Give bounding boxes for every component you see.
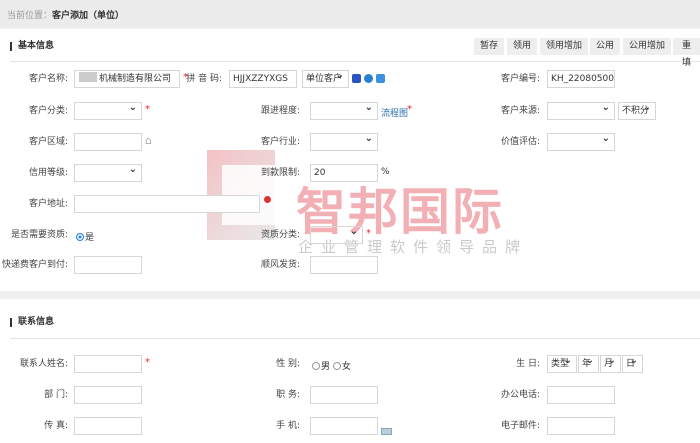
- customer-source-label: 客户来源:: [500, 106, 540, 116]
- customer-address-input[interactable]: [74, 195, 260, 213]
- sf-shipping-input[interactable]: [310, 256, 378, 274]
- claim-add-button[interactable]: 领用增加: [540, 38, 589, 55]
- required-mark: *: [145, 104, 150, 115]
- radio-label: 是: [85, 233, 95, 243]
- department-input[interactable]: [74, 386, 142, 404]
- region-picker-icon[interactable]: ⌂: [145, 134, 152, 147]
- position-input[interactable]: [310, 386, 378, 404]
- birthday-label: 生 日:: [516, 359, 540, 369]
- birthday-day-select[interactable]: 日: [622, 355, 643, 373]
- fax-input[interactable]: [74, 417, 142, 435]
- customer-code-label: 客户编号:: [500, 74, 540, 84]
- gender-label: 性 别:: [276, 359, 300, 369]
- follow-progress-select[interactable]: [310, 102, 378, 120]
- office-phone-label: 办公电话:: [500, 390, 540, 400]
- payment-limit-label: 到款限制:: [260, 168, 300, 178]
- pinyin-label: 拼 音 码:: [186, 74, 222, 84]
- male-label: 男: [321, 362, 331, 372]
- office-phone-input[interactable]: [547, 386, 615, 404]
- reset-button[interactable]: 重填: [673, 38, 700, 68]
- claim-button[interactable]: 领用: [507, 38, 538, 55]
- customer-region-input[interactable]: [74, 133, 142, 151]
- mobile-label: 手 机:: [276, 421, 300, 431]
- fax-label: 传 真:: [44, 421, 68, 431]
- express-fee-input[interactable]: [74, 256, 142, 274]
- female-label: 女: [341, 362, 351, 372]
- customer-category-label: 客户分类:: [28, 106, 68, 116]
- breadcrumb: 当前位置：客户添加（单位）: [7, 8, 124, 21]
- required-mark: *: [407, 104, 412, 115]
- payment-limit-input[interactable]: 20: [310, 164, 378, 182]
- credit-level-select[interactable]: [74, 164, 142, 182]
- qualification-type-label: 资质分类:: [260, 230, 300, 240]
- divider: [10, 61, 700, 62]
- position-label: 职 务:: [276, 390, 300, 400]
- sms-icon[interactable]: [381, 428, 392, 435]
- customer-code-input[interactable]: KH_22080500001: [547, 70, 615, 88]
- public-add-button[interactable]: 公用增加: [623, 38, 672, 55]
- mobile-input[interactable]: [310, 417, 378, 435]
- divider: [10, 338, 700, 339]
- public-button[interactable]: 公用: [590, 38, 621, 55]
- contact-name-label: 联系人姓名:: [19, 359, 68, 369]
- birthday-month-select[interactable]: 月: [600, 355, 621, 373]
- radio-checked[interactable]: [76, 233, 84, 241]
- birthday-year-select[interactable]: 年: [578, 355, 599, 373]
- customer-industry-select[interactable]: [310, 133, 378, 151]
- search-web-icon[interactable]: [364, 74, 373, 83]
- customer-type-select[interactable]: 单位客户: [302, 70, 349, 88]
- gender-radio-group: 男 女: [312, 359, 351, 372]
- credit-level-label: 信用等级:: [28, 168, 68, 178]
- breadcrumb-prefix: 当前位置：: [7, 11, 53, 21]
- sf-shipping-label: 顺风发货:: [260, 260, 300, 270]
- female-radio[interactable]: [332, 362, 341, 370]
- pinyin-input[interactable]: HJJXZZYXGS: [229, 70, 297, 88]
- required-mark: *: [366, 228, 371, 239]
- email-label: 电子邮件:: [500, 421, 540, 431]
- customer-industry-label: 客户行业:: [260, 137, 300, 147]
- express-fee-label: 快递费客户到付:: [1, 260, 68, 270]
- percent-unit: %: [381, 167, 390, 177]
- customer-name-label: 客户名称:: [28, 74, 68, 84]
- qualification-type-select[interactable]: [310, 226, 363, 244]
- save-draft-button[interactable]: 暂存: [474, 38, 505, 55]
- value-assessment-label: 价值评估:: [500, 137, 540, 147]
- flowchart-link[interactable]: 流程图: [381, 106, 408, 119]
- customer-region-label: 客户区域:: [28, 137, 68, 147]
- male-radio[interactable]: [312, 362, 320, 370]
- required-mark: *: [145, 357, 150, 368]
- qualification-yes-radio[interactable]: 是: [76, 230, 94, 243]
- points-select[interactable]: 不积分: [618, 102, 656, 120]
- section-title-basic: 基本信息: [10, 42, 54, 51]
- map-pin-icon[interactable]: [264, 196, 271, 203]
- follow-progress-label: 跟进程度:: [260, 106, 300, 116]
- customer-address-label: 客户地址:: [28, 199, 68, 209]
- image-icon[interactable]: [352, 74, 361, 83]
- section-title-contact: 联系信息: [10, 318, 54, 327]
- contact-name-input[interactable]: [74, 355, 142, 373]
- customer-category-select[interactable]: [74, 102, 142, 120]
- breadcrumb-current: 客户添加（单位）: [52, 11, 125, 21]
- department-label: 部 门:: [44, 390, 68, 400]
- lookup-icon[interactable]: [376, 74, 385, 83]
- value-assessment-select[interactable]: [547, 133, 615, 151]
- birthday-type-select[interactable]: 类型: [547, 355, 577, 373]
- customer-source-select[interactable]: [547, 102, 615, 120]
- redacted-block: [79, 72, 97, 82]
- email-input[interactable]: [547, 417, 615, 435]
- qualification-required-label: 是否需要资质:: [10, 230, 68, 240]
